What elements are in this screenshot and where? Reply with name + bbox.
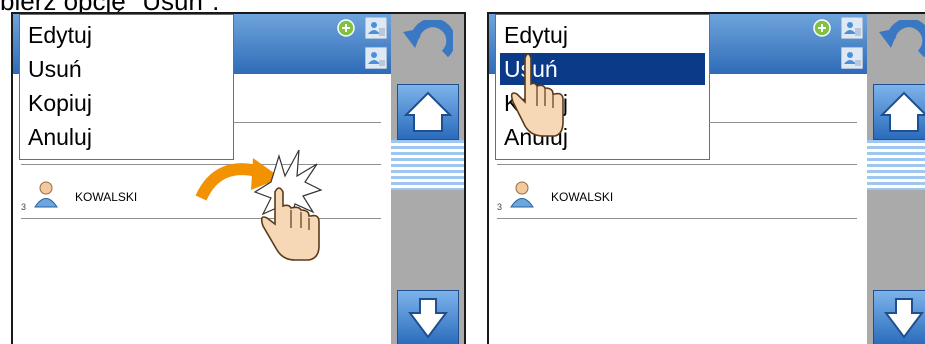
arrow-down-icon xyxy=(408,298,448,339)
undo-icon[interactable] xyxy=(401,20,453,68)
tap-gesture-overlay xyxy=(510,53,564,137)
scrollbar-track[interactable] xyxy=(867,140,925,190)
hand-pointer-icon xyxy=(510,53,564,137)
screen-right: Edytuj Usuń Kopiuj Anuluj 3 KOWALSKI xyxy=(487,12,925,344)
scrollbar-track[interactable] xyxy=(391,140,464,190)
screen-left: Edytuj Usuń Kopiuj Anuluj 3 KOWALSKI xyxy=(11,12,466,344)
side-toolbar xyxy=(867,14,925,344)
arrow-down-icon xyxy=(884,298,924,339)
tap-gesture-overlay xyxy=(195,149,323,261)
scroll-down-button[interactable] xyxy=(397,290,459,344)
home-button[interactable] xyxy=(397,84,459,140)
side-toolbar xyxy=(391,14,464,344)
undo-icon[interactable] xyxy=(877,20,925,68)
scroll-down-button[interactable] xyxy=(873,290,925,344)
home-icon xyxy=(879,91,925,132)
home-button[interactable] xyxy=(873,84,925,140)
home-icon xyxy=(403,91,453,132)
